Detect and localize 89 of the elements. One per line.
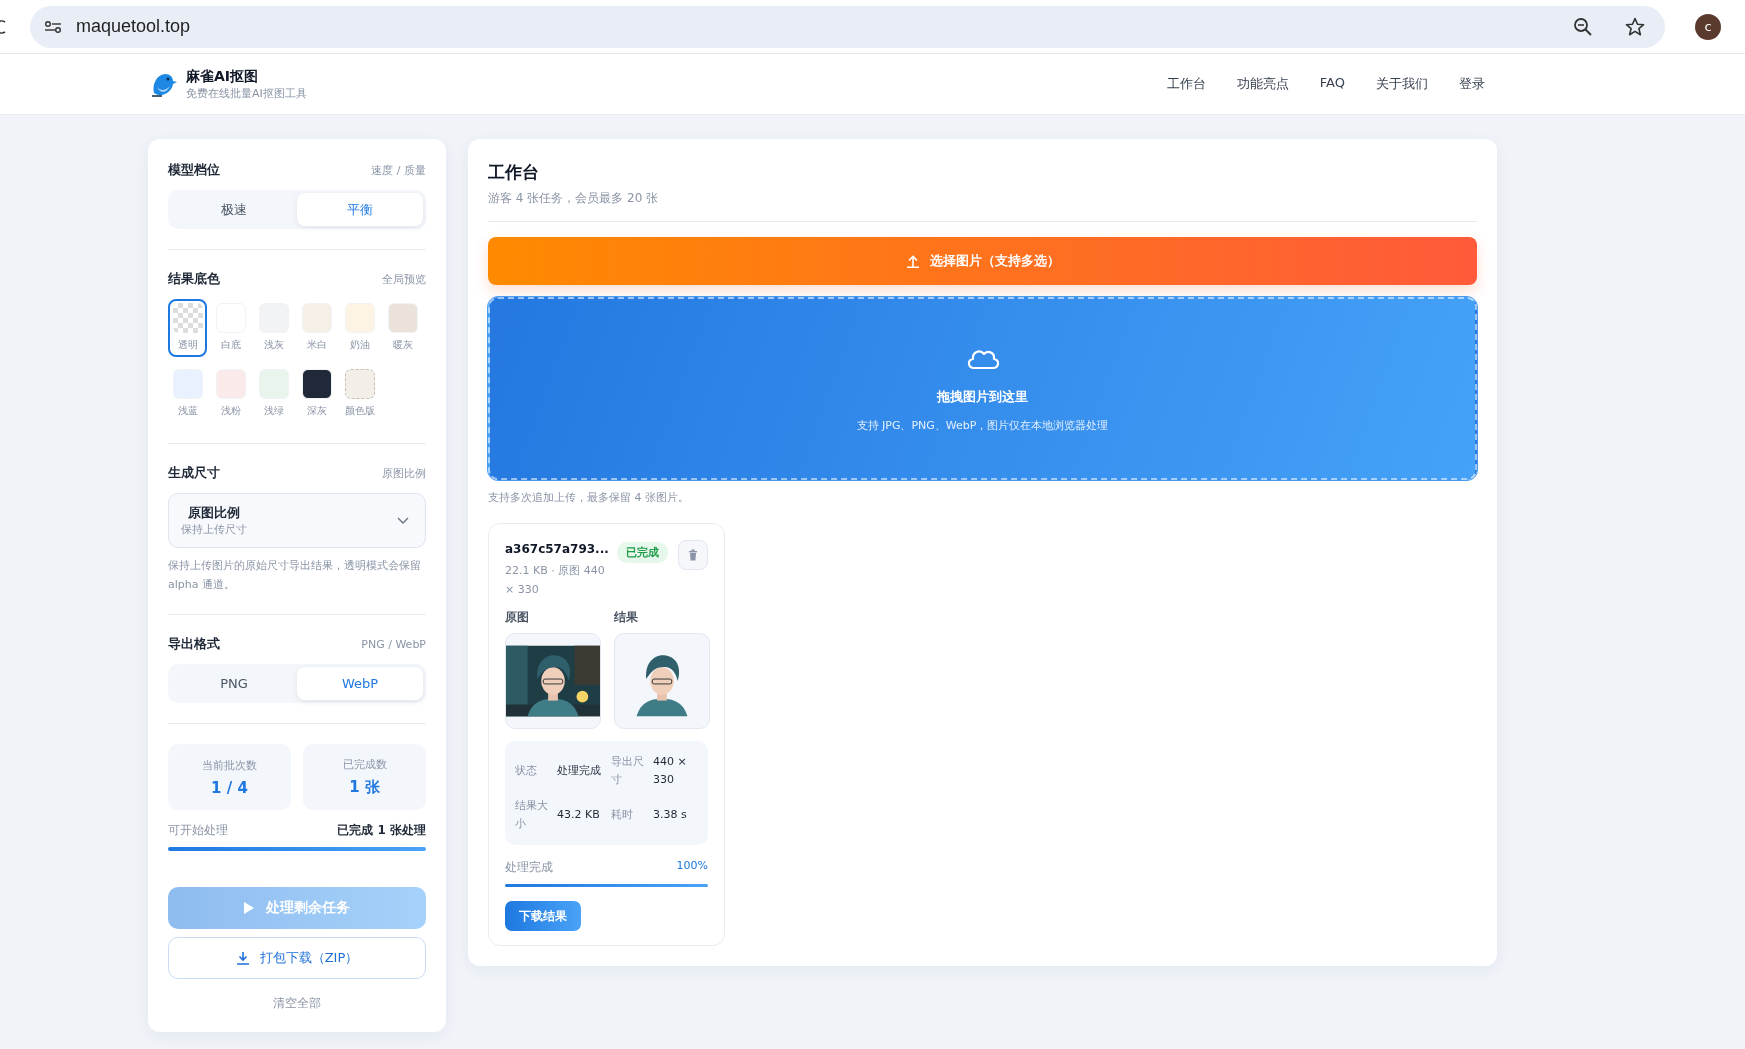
color-swatch-option[interactable]: 白底 xyxy=(211,299,250,357)
stat-value: 1 张 xyxy=(349,778,380,797)
preview-label: 结果 xyxy=(614,609,639,626)
select-images-button[interactable]: 选择图片（支持多选） xyxy=(488,237,1477,285)
brand-name: 麻雀AI抠图 xyxy=(186,67,260,86)
color-swatch-option[interactable]: 浅绿 xyxy=(254,365,293,423)
progress-caption: 可开始处理 xyxy=(168,822,228,839)
page-title: 工作台 xyxy=(488,161,540,184)
color-swatch-option[interactable]: 透明 xyxy=(168,299,207,357)
transparent-swatch xyxy=(172,303,203,333)
stat-value: 1 / 4 xyxy=(211,778,248,797)
progress-status: 已完成 1 张处理 xyxy=(337,822,426,839)
detail-value: 43.2 KB xyxy=(557,807,600,823)
detail-value: 处理完成 xyxy=(557,763,601,779)
color-swatch-option[interactable]: 暖灰 xyxy=(383,299,422,357)
section-hint: 全局预览 xyxy=(382,271,426,287)
swatch-label: 暖灰 xyxy=(392,338,413,352)
zip-download-button[interactable]: 打包下载（ZIP） xyxy=(168,937,426,979)
swatch-label: 米白 xyxy=(306,338,327,352)
swatch-label: 浅绿 xyxy=(263,404,284,418)
swatch-label: 颜色版 xyxy=(344,404,375,418)
drop-zone-title: 拖拽图片到这里 xyxy=(937,388,1028,406)
upload-icon xyxy=(905,254,920,268)
nav-link[interactable]: 登录 xyxy=(1459,75,1485,93)
clear-all-link[interactable]: 清空全部 xyxy=(273,995,321,1012)
detail-label: 状态 xyxy=(515,763,538,779)
color-swatch-option[interactable]: 浅灰 xyxy=(254,299,293,357)
download-button[interactable]: 下载结果 xyxy=(505,901,581,931)
segment-option[interactable]: 平衡 xyxy=(297,193,423,226)
swatch-label: 奶油 xyxy=(349,338,370,352)
swatch-label: 浅灰 xyxy=(263,338,284,352)
chevron-down-icon xyxy=(397,516,409,525)
status-badge: 已完成 xyxy=(617,542,668,563)
drop-zone[interactable]: 拖拽图片到这里 支持 JPG、PNG、WebP，图片仅在本地浏览器处理 xyxy=(488,297,1477,480)
upload-note: 支持多次追加上传，最多保留 4 张图片。 xyxy=(488,490,690,505)
zoom-icon xyxy=(1573,16,1593,37)
download-icon xyxy=(235,951,250,965)
profile-avatar[interactable]: c xyxy=(1695,13,1721,40)
color-swatch-option[interactable]: 浅蓝 xyxy=(168,365,207,423)
swatch-label: 透明 xyxy=(177,338,198,352)
progress-caption: 处理完成 xyxy=(505,859,553,876)
color-swatch-option[interactable]: 浅粉 xyxy=(211,365,250,423)
size-dropdown[interactable]: 原图比例 保持上传尺寸 xyxy=(168,493,426,548)
nav-link[interactable]: 关于我们 xyxy=(1376,75,1428,93)
drop-zone-hint: 支持 JPG、PNG、WebP，图片仅在本地浏览器处理 xyxy=(856,418,1109,433)
section-hint: 速度 / 质量 xyxy=(371,162,426,178)
color-swatch-option[interactable]: 奶油 xyxy=(340,299,379,357)
detail-label: 导出尺寸 xyxy=(611,754,645,788)
trash-icon xyxy=(688,549,698,561)
play-icon xyxy=(244,902,254,914)
section-title: 模型档位 xyxy=(168,161,220,179)
size-note: 保持上传图片的原始尺寸导出结果，透明模式会保留 alpha 通道。 xyxy=(168,558,422,593)
nav-link[interactable]: FAQ xyxy=(1319,75,1345,93)
nav-link[interactable]: 工作台 xyxy=(1166,75,1206,93)
section-title: 结果底色 xyxy=(168,270,220,288)
detail-label: 结果大小 xyxy=(515,798,549,832)
swatch-label: 浅蓝 xyxy=(177,404,198,418)
dropdown-subtext: 保持上传尺寸 xyxy=(181,522,247,537)
detail-label: 耗时 xyxy=(611,807,634,823)
address-bar[interactable]: maquetool.top xyxy=(30,5,1665,48)
segment-option[interactable]: WebP xyxy=(297,667,423,700)
file-meta: 22.1 KB · 原图 440 × 330 xyxy=(505,563,606,598)
section-hint: PNG / WebP xyxy=(361,637,426,651)
color-swatch-option[interactable]: 深灰 xyxy=(297,365,336,423)
segment-option[interactable]: 极速 xyxy=(171,193,297,226)
section-title: 导出格式 xyxy=(168,635,220,653)
progress-percent: 100% xyxy=(676,859,708,874)
stat-label: 已完成数 xyxy=(342,757,387,772)
nav-link[interactable]: 功能亮点 xyxy=(1236,75,1289,93)
preview-label: 原图 xyxy=(505,609,530,626)
star-icon xyxy=(1625,16,1645,37)
swatch-label: 深灰 xyxy=(306,404,327,418)
page-subtitle: 游客 4 张任务，会员最多 20 张 xyxy=(488,190,660,207)
swatch-label: 白底 xyxy=(220,338,241,352)
tagline: 免费在线批量AI抠图工具 xyxy=(186,85,307,101)
swatch-label: 浅粉 xyxy=(220,404,241,418)
site-settings-icon xyxy=(44,19,62,34)
url-text: maquetool.top xyxy=(76,16,191,37)
detail-value: 3.38 s xyxy=(653,807,687,823)
segment-option[interactable]: PNG xyxy=(171,667,297,700)
color-swatch-option[interactable]: 米白 xyxy=(297,299,336,357)
delete-button[interactable] xyxy=(678,540,708,570)
file-name: a367c57a793... xyxy=(505,541,609,558)
section-hint: 原图比例 xyxy=(382,465,426,481)
stat-label: 当前批次数 xyxy=(202,757,257,773)
dropdown-value: 原图比例 xyxy=(187,504,241,522)
section-title: 生成尺寸 xyxy=(168,464,220,482)
detail-value: 440 × 330 xyxy=(653,754,688,788)
color-swatch-option[interactable]: 颜色版 xyxy=(340,365,379,423)
